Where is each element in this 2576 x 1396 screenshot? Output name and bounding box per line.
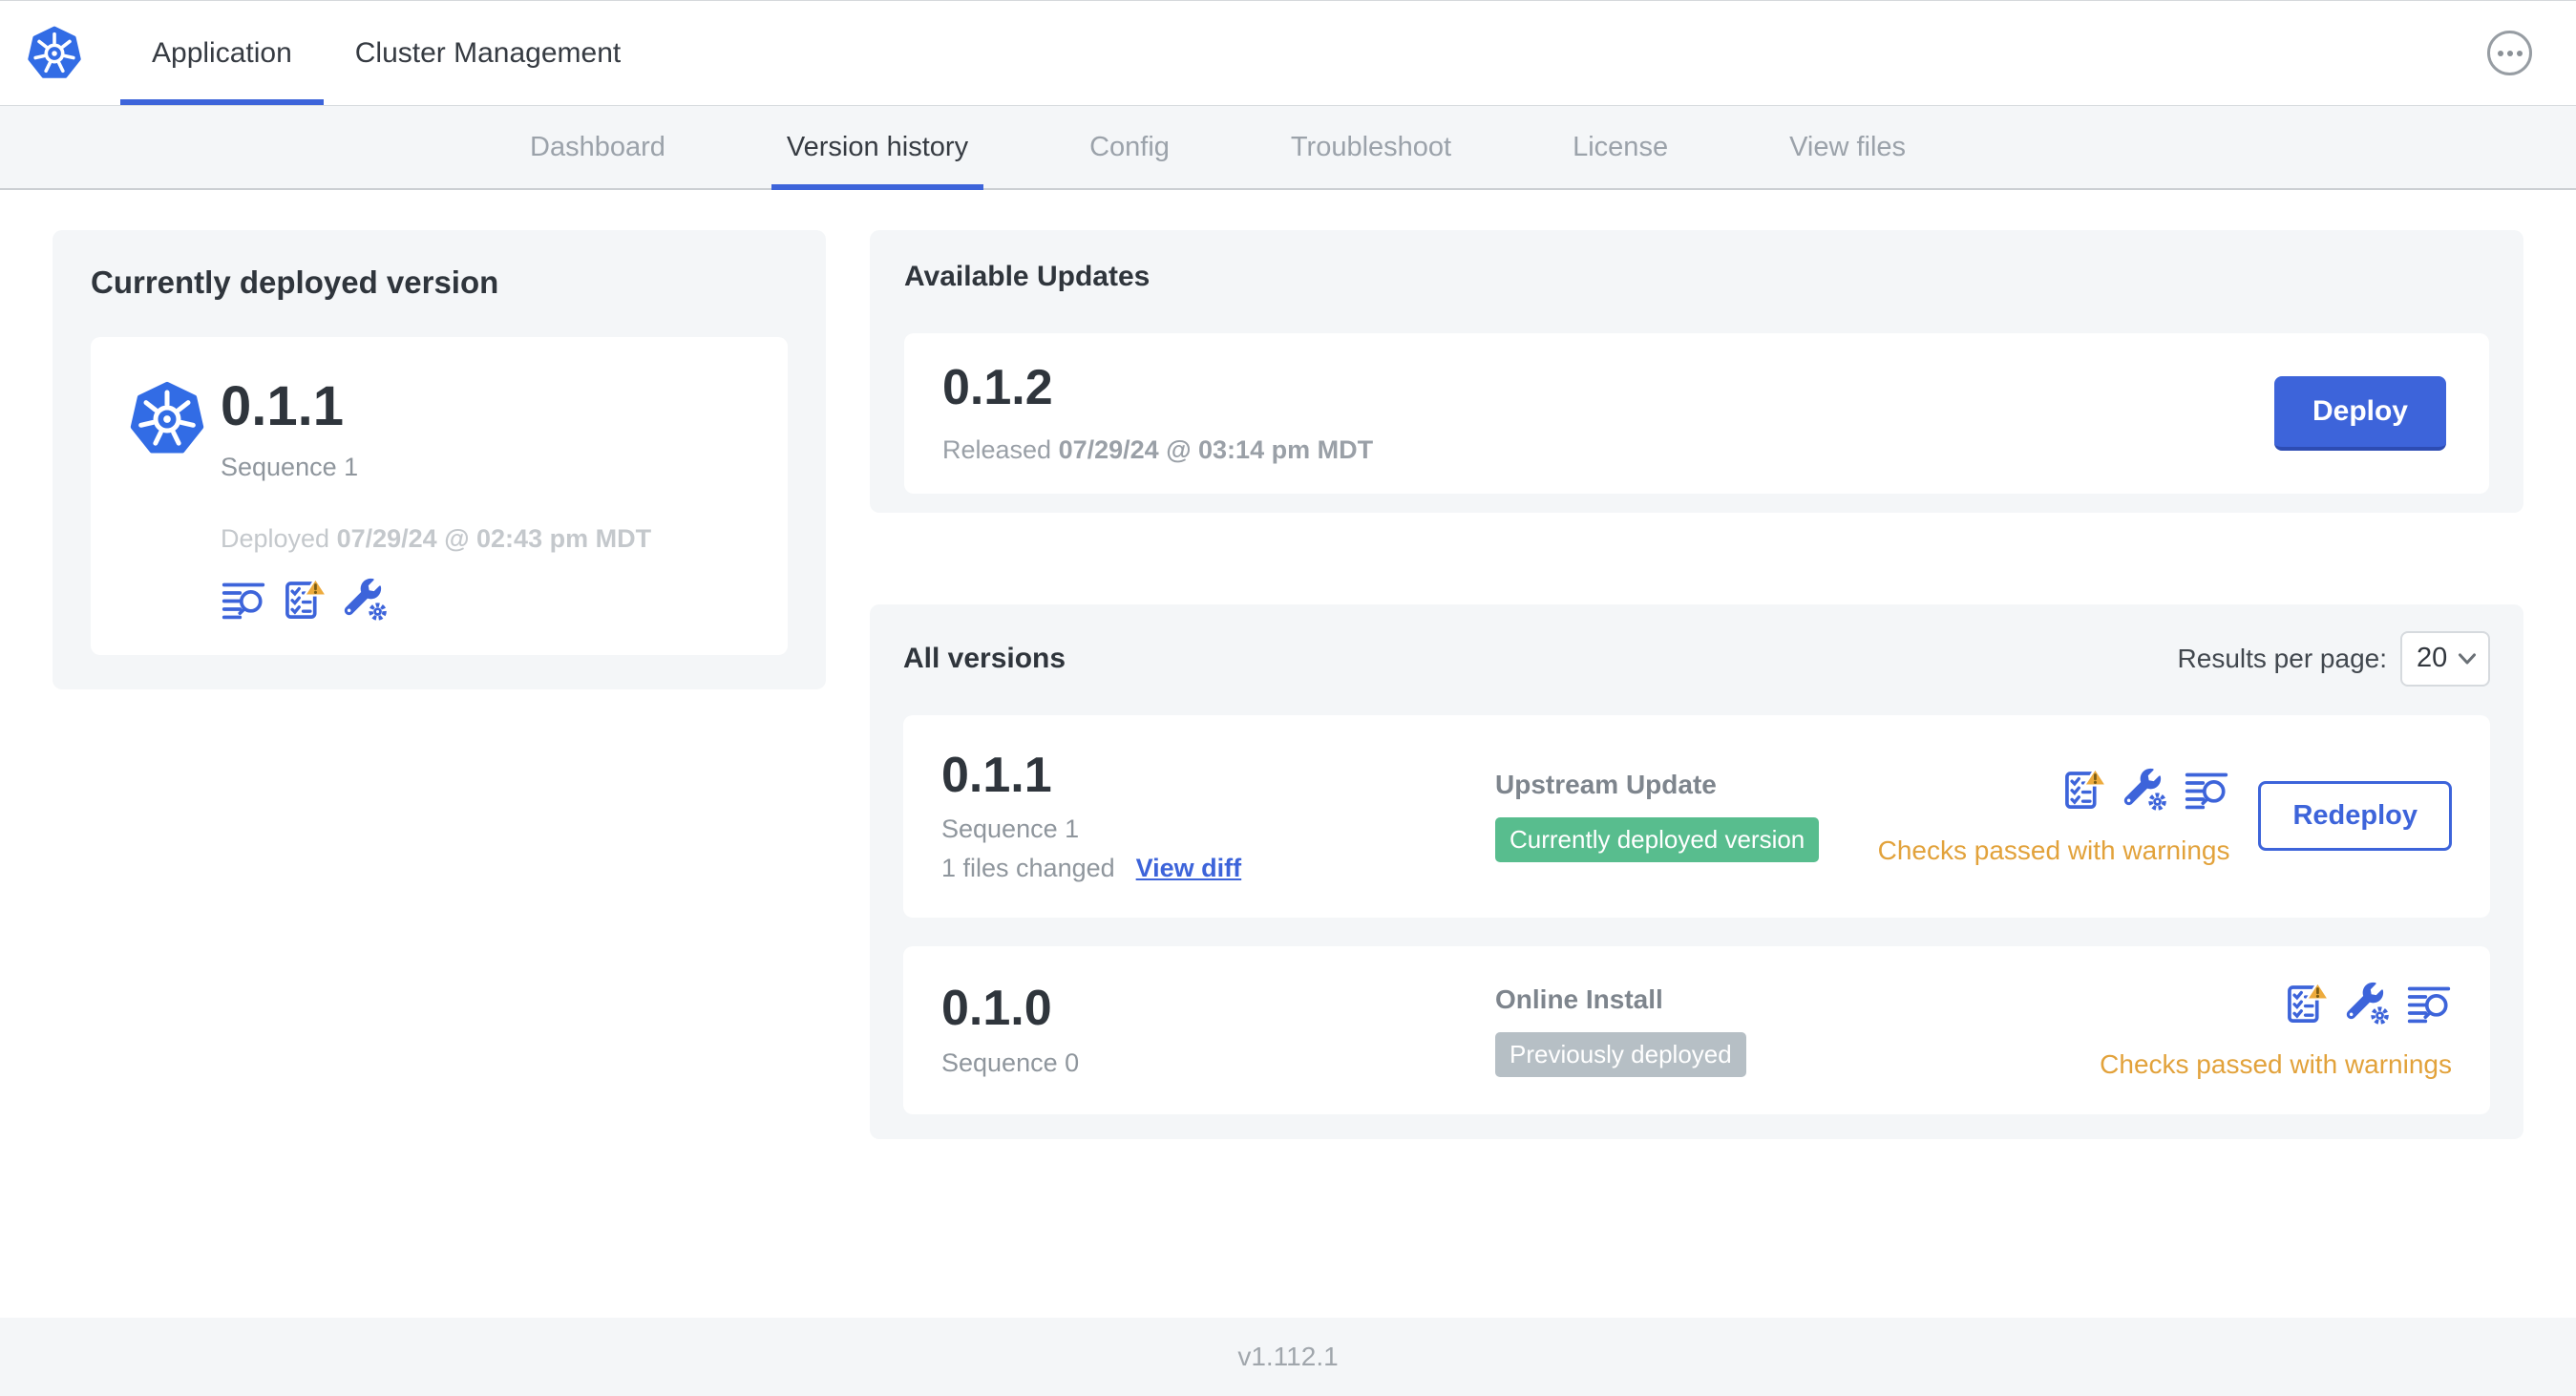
- row-files-changed: 1 files changed View diff: [941, 854, 1242, 883]
- deployed-sequence: Sequence 1: [221, 452, 359, 481]
- results-per-page-select[interactable]: 20: [2400, 630, 2490, 687]
- all-versions-header: All versions Results per page: 20: [903, 630, 2490, 687]
- tab-config[interactable]: Config: [1074, 106, 1185, 188]
- more-options-button[interactable]: [2487, 31, 2532, 75]
- row-version-number: 0.1.1: [941, 747, 1052, 803]
- row-action-icons: [2284, 981, 2452, 1026]
- preflight-checks-warning-icon[interactable]: [2061, 767, 2108, 813]
- warning-triangle-icon: [2083, 767, 2108, 787]
- available-updates-card: Available Updates 0.1.2 Released 07/29/2…: [870, 230, 2523, 513]
- footer: v1.112.1: [0, 1318, 2576, 1396]
- warning-triangle-icon: [2305, 981, 2330, 1001]
- kubernetes-app-icon: [129, 381, 205, 457]
- currently-deployed-card: Currently deployed version 0.1.1 Sequenc…: [53, 230, 826, 689]
- redeploy-button[interactable]: Redeploy: [2258, 781, 2452, 852]
- config-wrench-icon[interactable]: [2345, 981, 2391, 1026]
- nav-tab-cluster-management-label: Cluster Management: [354, 36, 622, 69]
- version-row-middle: Upstream Update Currently deployed versi…: [1495, 770, 1878, 863]
- main-content: Currently deployed version 0.1.1 Sequenc…: [0, 190, 2576, 1318]
- tab-version-history[interactable]: Version history: [771, 106, 984, 190]
- nav-tab-application[interactable]: Application: [120, 1, 324, 105]
- nav-tab-application-label: Application: [152, 36, 292, 69]
- update-released-timestamp: Released 07/29/24 @ 03:14 pm MDT: [942, 434, 1374, 464]
- admin-console-screen: Application Cluster Management Dashboard…: [0, 0, 2576, 1396]
- tab-view-files[interactable]: View files: [1774, 106, 1921, 188]
- row-actions-column: Checks passed with warnings: [1877, 767, 2230, 866]
- chevron-down-icon: [2459, 652, 2476, 665]
- view-diff-log-icon[interactable]: [2406, 981, 2452, 1026]
- top-nav: Application Cluster Management: [0, 1, 2576, 106]
- row-sequence: Sequence 1: [941, 814, 1080, 844]
- version-row-left: 0.1.0 Sequence 0: [941, 983, 1495, 1078]
- top-nav-tabs: Application Cluster Management: [120, 1, 652, 105]
- deploy-button[interactable]: Deploy: [2273, 375, 2446, 451]
- all-versions-title: All versions: [903, 642, 1066, 674]
- row-action-icons: [2061, 767, 2229, 813]
- previously-deployed-badge: Previously deployed: [1495, 1031, 1746, 1077]
- config-wrench-icon[interactable]: [343, 577, 389, 623]
- results-per-page-value: 20: [2417, 643, 2448, 674]
- view-diff-link[interactable]: View diff: [1136, 854, 1242, 883]
- preflight-checks-warning-icon[interactable]: [282, 577, 327, 623]
- console-version: v1.112.1: [1237, 1342, 1339, 1371]
- version-row-actions: Checks passed with warnings Redeploy: [1878, 767, 2452, 866]
- update-info: 0.1.2 Released 07/29/24 @ 03:14 pm MDT: [942, 362, 1373, 465]
- row-actions-column: Checks passed with warnings: [2100, 981, 2452, 1080]
- deployed-version-info: 0.1.1 Sequence 1 Deployed 07/29/24 @ 02:…: [221, 375, 652, 623]
- preflight-checks-warning-icon[interactable]: [2284, 981, 2330, 1026]
- ellipsis-icon: [2497, 50, 2503, 56]
- version-row-actions: Checks passed with warnings: [2100, 981, 2452, 1080]
- tab-troubleshoot[interactable]: Troubleshoot: [1276, 106, 1467, 188]
- deployed-version-number: 0.1.1: [221, 375, 344, 437]
- row-source-label: Online Install: [1495, 984, 1663, 1014]
- view-diff-log-icon[interactable]: [2184, 767, 2229, 813]
- results-per-page-label: Results per page:: [2177, 643, 2387, 673]
- config-wrench-icon[interactable]: [2122, 767, 2169, 813]
- warning-triangle-icon: [303, 577, 327, 597]
- available-updates-title: Available Updates: [904, 261, 1151, 292]
- row-sequence: Sequence 0: [941, 1047, 1080, 1077]
- preflight-status-text: Checks passed with warnings: [1877, 835, 2230, 865]
- version-row-0-1-0: 0.1.0 Sequence 0 Online Install Previous…: [903, 946, 2490, 1115]
- view-diff-log-icon[interactable]: [221, 577, 266, 623]
- version-row-0-1-1: 0.1.1 Sequence 1 1 files changed View di…: [903, 714, 2490, 919]
- app-subnav: Dashboard Version history Config Trouble…: [0, 106, 2576, 190]
- nav-tab-cluster-management[interactable]: Cluster Management: [324, 1, 652, 105]
- row-version-number: 0.1.0: [941, 981, 1052, 1037]
- update-version-number: 0.1.2: [942, 360, 1053, 415]
- update-row: 0.1.2 Released 07/29/24 @ 03:14 pm MDT D…: [904, 333, 2489, 494]
- version-row-middle: Online Install Previously deployed: [1495, 984, 2100, 1077]
- deployed-version-tile: 0.1.1 Sequence 1 Deployed 07/29/24 @ 02:…: [91, 337, 788, 655]
- all-versions-card: All versions Results per page: 20 0.1.1 …: [870, 603, 2523, 1140]
- version-row-left: 0.1.1 Sequence 1 1 files changed View di…: [941, 747, 1495, 884]
- preflight-status-text: Checks passed with warnings: [2100, 1049, 2452, 1080]
- results-per-page: Results per page: 20: [2177, 630, 2490, 687]
- row-source-label: Upstream Update: [1495, 770, 1717, 800]
- right-column: Available Updates 0.1.2 Released 07/29/2…: [870, 230, 2523, 1140]
- kubernetes-logo-icon: [27, 26, 82, 81]
- deployed-timestamp: Deployed 07/29/24 @ 02:43 pm MDT: [221, 523, 652, 553]
- deployed-action-icons: [221, 577, 651, 623]
- currently-deployed-title: Currently deployed version: [91, 264, 499, 300]
- tab-dashboard[interactable]: Dashboard: [515, 106, 681, 188]
- tab-license[interactable]: License: [1557, 106, 1683, 188]
- currently-deployed-badge: Currently deployed version: [1495, 817, 1820, 863]
